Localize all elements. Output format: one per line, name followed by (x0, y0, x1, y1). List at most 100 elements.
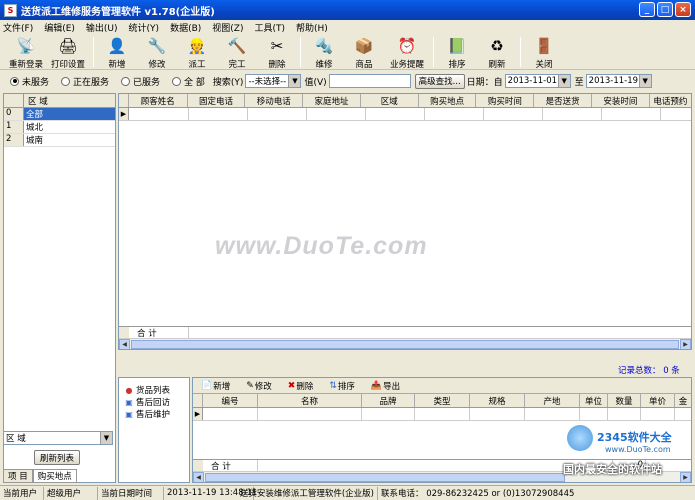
region-row-all[interactable]: 0 全部 (4, 108, 115, 121)
mascot-icon (567, 425, 593, 451)
radio-in-service[interactable]: 正在服务 (61, 75, 109, 88)
door-icon: 🚪 (534, 37, 554, 55)
maintenance-icon: ▣ (125, 409, 133, 419)
menu-stats[interactable]: 统计(Y) (129, 21, 160, 34)
col-price[interactable]: 单价 (641, 394, 675, 407)
menu-view[interactable]: 视图(Z) (212, 21, 243, 34)
col-code[interactable]: 编号 (203, 394, 258, 407)
region-row-south[interactable]: 2 城南 (4, 134, 115, 147)
col-amount[interactable]: 金 (675, 394, 691, 407)
menu-tools[interactable]: 工具(T) (254, 21, 285, 34)
radio-served[interactable]: 已服务 (121, 75, 160, 88)
col-type[interactable]: 类型 (415, 394, 470, 407)
col-purchase-time[interactable]: 购买时间 (476, 94, 535, 107)
region-row-north[interactable]: 1 城北 (4, 121, 115, 134)
col-address[interactable]: 家庭地址 (303, 94, 361, 107)
advanced-search-button[interactable]: 高级查找... (414, 73, 465, 89)
refresh-list-button[interactable]: 刷新列表 (34, 450, 80, 465)
scissors-icon: ✂ (270, 37, 284, 55)
col-brand[interactable]: 品牌 (362, 394, 415, 407)
maximize-button[interactable]: □ (657, 2, 673, 17)
menu-output[interactable]: 输出(U) (86, 21, 118, 34)
region-select[interactable]: 区 域 ▼ (3, 431, 113, 445)
customer-grid-summary: 合 计 (119, 326, 691, 339)
col-landline[interactable]: 固定电话 (188, 94, 246, 107)
radio-unserved[interactable]: 未服务 (10, 75, 49, 88)
print-settings-button[interactable]: 🖨 打印设置 (46, 34, 90, 70)
book-icon: 📗 (447, 37, 467, 55)
badge-brand: 2345软件大全 (597, 431, 672, 444)
scroll-left-icon[interactable]: ◀ (119, 338, 130, 349)
sort-button[interactable]: 📗 排序 (437, 34, 477, 70)
menu-data[interactable]: 数据(B) (170, 21, 201, 34)
relogin-button[interactable]: 📡 重新登录 (6, 34, 46, 70)
date-to-picker[interactable]: 2013-11-19 ▼ (585, 74, 652, 88)
col-quantity[interactable]: 数量 (608, 394, 641, 407)
left-tabs: 项 目 购买地点 (3, 469, 116, 483)
date-from-picker[interactable]: 2013-11-01 ▼ (504, 74, 571, 88)
goods-export-button[interactable]: 📤 导出 (371, 380, 408, 392)
chevron-down-icon: ▼ (288, 75, 301, 87)
exit-button[interactable]: 🚪 关闭 (524, 34, 564, 70)
scroll-left-icon[interactable]: ◀ (193, 471, 204, 482)
toolbar-separator (433, 37, 434, 67)
recycle-icon: ♻ (490, 37, 504, 55)
pencil-icon: ✎ (246, 380, 254, 391)
col-mobile[interactable]: 移动电话 (245, 94, 304, 107)
col-name[interactable]: 名称 (258, 394, 362, 407)
col-region[interactable]: 区域 (361, 94, 419, 107)
nav-after-sale-maintenance[interactable]: ▣ 售后维护 (124, 408, 189, 421)
region-column-header[interactable]: 区 域 (24, 94, 115, 107)
goods-button[interactable]: 📦 商品 (344, 34, 384, 70)
scroll-thumb[interactable] (131, 339, 679, 349)
table-row[interactable]: ▶ (193, 408, 691, 421)
edit-button[interactable]: 🔧 修改 (137, 34, 177, 70)
col-purchase-place[interactable]: 购买地点 (419, 94, 477, 107)
add-button[interactable]: 👤 新增 (97, 34, 137, 70)
date-to-label: 至 (574, 77, 584, 88)
goods-add-button[interactable]: 📄 新增 (201, 380, 238, 392)
tab-project[interactable]: 项 目 (3, 469, 33, 483)
repair-button[interactable]: 🔩 维修 (304, 34, 344, 70)
record-count: 记录总数： 0 条 (618, 366, 680, 376)
goods-toolbar: 📄 新增 ✎ 修改 ✖ 删除 ⇅ 排序 📤 导出 (193, 378, 691, 394)
scroll-right-icon[interactable]: ▶ (680, 338, 691, 349)
tab-purchase-place[interactable]: 购买地点 (32, 469, 77, 483)
minimize-button[interactable]: _ (639, 2, 655, 17)
table-row[interactable]: ▶ (119, 108, 691, 121)
customer-grid-scrollbar[interactable]: ◀ ▶ (119, 338, 691, 349)
window-title: 送货派工维修服务管理软件 v1.78(企业版) (21, 6, 215, 18)
nav-goods-list[interactable]: ● 货品列表 (124, 384, 189, 397)
printer-icon: 🖨 (58, 37, 78, 55)
delete-button[interactable]: ✂ 删除 (257, 34, 297, 70)
col-customer-name[interactable]: 顾客姓名 (129, 94, 188, 107)
status-user-label: 当前用户 (0, 486, 44, 500)
nav-after-sale-visit[interactable]: ▣ 售后回访 (124, 396, 189, 409)
close-button[interactable]: × (675, 2, 691, 17)
menu-file[interactable]: 文件(F) (3, 21, 33, 34)
value-input[interactable] (328, 74, 411, 88)
title-bar[interactable]: S 送货派工维修服务管理软件 v1.78(企业版) _ □ × (0, 0, 695, 20)
goods-sort-button[interactable]: ⇅ 排序 (329, 380, 363, 392)
col-origin[interactable]: 产地 (525, 394, 580, 407)
radio-dot (61, 76, 71, 86)
menu-help[interactable]: 帮助(H) (296, 21, 328, 34)
goods-edit-button[interactable]: ✎ 修改 (246, 380, 280, 392)
menu-edit[interactable]: 编辑(E) (44, 21, 75, 34)
complete-button[interactable]: 🔨 完工 (217, 34, 257, 70)
col-install-time[interactable]: 安装时间 (592, 94, 650, 107)
col-spec[interactable]: 规格 (470, 394, 525, 407)
col-unit[interactable]: 单位 (580, 394, 608, 407)
add-person-icon: 👤 (107, 37, 127, 55)
business-reminder-button[interactable]: ⏰ 业务提醒 (384, 34, 430, 70)
search-field-select[interactable]: --未选择-- ▼ (245, 74, 302, 88)
goods-delete-button[interactable]: ✖ 删除 (288, 380, 322, 392)
dispatch-button[interactable]: 👷 派工 (177, 34, 217, 70)
refresh-button[interactable]: ♻ 刷新 (477, 34, 517, 70)
radio-all[interactable]: 全 部 (172, 75, 205, 88)
col-phone-appointment[interactable]: 电话预约 (650, 94, 691, 107)
col-delivery[interactable]: 是否送货 (534, 94, 593, 107)
sort-icon: ⇅ (329, 380, 337, 391)
radio-dot (10, 76, 19, 86)
scroll-thumb[interactable] (205, 472, 565, 482)
